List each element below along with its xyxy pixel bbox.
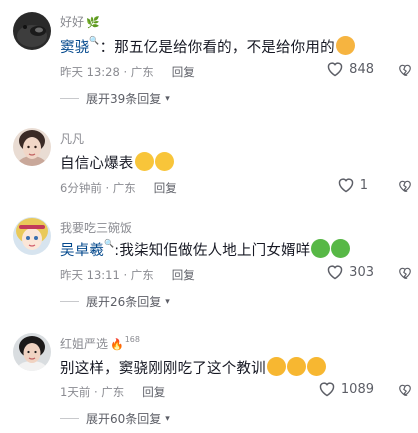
avatar[interactable] [13, 12, 51, 50]
leaf-badge-icon: 🌿 [86, 16, 100, 29]
divider [60, 418, 79, 419]
comment-text: 吴卓羲🔍:我柒知佢做佐人地上门女婿咩 [60, 239, 351, 260]
location: 广东 [130, 65, 154, 79]
expand-label: 展开60条回复 [86, 412, 162, 426]
emoji-icon [311, 239, 331, 258]
avatar[interactable] [13, 128, 51, 166]
expand-replies-button[interactable]: 展开26条回复 ▾ [60, 293, 170, 310]
chevron-down-icon: ▾ [165, 93, 170, 104]
comment-text: 自信心爆表 [60, 152, 174, 173]
heart-icon [338, 178, 353, 193]
comment-text: 别这样，窦骁刚刚吃了这个教训 [60, 357, 326, 378]
username-text[interactable]: 我要吃三碗饭 [60, 221, 132, 235]
like-button[interactable]: 303 [326, 264, 374, 280]
expand-replies-button[interactable]: 展开60条回复 ▾ [60, 410, 170, 427]
chevron-down-icon: ▾ [165, 413, 170, 424]
reply-button[interactable]: 回复 [172, 65, 195, 79]
search-icon: 🔍 [89, 36, 100, 45]
reply-button[interactable]: 回复 [142, 385, 165, 399]
avatar[interactable] [13, 217, 51, 255]
separator: · [101, 181, 113, 195]
username-text[interactable]: 好好 [60, 15, 84, 29]
location: 广东 [130, 268, 154, 282]
chevron-down-icon: ▾ [165, 296, 170, 307]
like-count: 1089 [340, 381, 374, 397]
like-button[interactable]: 1089 [318, 381, 374, 397]
comment-meta: 6分钟前 · 广东 回复 [60, 180, 177, 196]
comment-meta: 昨天 13:11 · 广东 回复 [60, 267, 195, 283]
divider [60, 98, 79, 99]
emoji-icon [306, 357, 326, 376]
username[interactable]: 好好 🌿 [60, 13, 100, 30]
reply-button[interactable]: 回复 [154, 181, 177, 195]
comment-meta: 昨天 13:28 · 广东 回复 [60, 64, 195, 80]
timestamp: 昨天 13:28 [60, 65, 120, 79]
username-text[interactable]: 凡凡 [60, 132, 84, 146]
timestamp: 6分钟前 [60, 181, 102, 195]
emoji-icon [154, 152, 174, 171]
username[interactable]: 凡凡 [60, 130, 84, 147]
emoji-icon [335, 36, 355, 55]
search-icon: 🔍 [104, 239, 115, 248]
comment-meta: 1天前 · 广东 回复 [60, 384, 165, 400]
separator: · [119, 65, 131, 79]
separator: · [90, 385, 102, 399]
username-text[interactable]: 红姐严选 [60, 337, 108, 351]
like-count: 1 [359, 177, 368, 193]
expand-label: 展开39条回复 [86, 92, 162, 106]
comment-text: 窦骁🔍：那五亿是给你看的，不是给你用的 [60, 36, 355, 57]
broken-heart-icon[interactable] [398, 179, 412, 193]
mention-link[interactable]: 吴卓羲 [60, 243, 104, 259]
comment-content: 别这样，窦骁刚刚吃了这个教训 [60, 361, 266, 377]
like-button[interactable]: 1 [337, 177, 368, 193]
timestamp: 1天前 [60, 385, 91, 399]
heart-icon [319, 382, 335, 397]
mention-link[interactable]: 窦骁 [60, 40, 89, 56]
expand-label: 展开26条回复 [86, 295, 162, 309]
reply-button[interactable]: 回复 [172, 268, 195, 282]
timestamp: 昨天 13:11 [60, 268, 120, 282]
heart-icon [327, 265, 343, 280]
location: 广东 [101, 385, 125, 399]
location: 广东 [112, 181, 136, 195]
emoji-icon [286, 357, 306, 376]
divider [60, 301, 79, 302]
broken-heart-icon[interactable] [398, 383, 412, 397]
like-count: 848 [349, 61, 374, 77]
username[interactable]: 我要吃三碗饭 [60, 219, 132, 236]
username[interactable]: 红姐严选 🔥168 [60, 335, 140, 352]
expand-replies-button[interactable]: 展开39条回复 ▾ [60, 90, 170, 107]
comment-content: ：那五亿是给你看的，不是给你用的 [99, 40, 335, 56]
emoji-icon [134, 152, 154, 171]
like-button[interactable]: 848 [326, 61, 374, 77]
separator: · [119, 268, 131, 282]
comment-content: 自信心爆表 [60, 156, 134, 172]
emoji-icon [266, 357, 286, 376]
avatar[interactable] [13, 333, 51, 371]
broken-heart-icon[interactable] [398, 266, 412, 280]
level-badge: 168 [124, 335, 140, 344]
broken-heart-icon[interactable] [398, 63, 412, 77]
heart-icon [327, 62, 343, 77]
like-count: 303 [349, 264, 374, 280]
comment-content: :我柒知佢做佐人地上门女婿咩 [114, 243, 311, 259]
emoji-icon [331, 239, 351, 258]
fire-badge-icon: 🔥 [110, 338, 124, 351]
